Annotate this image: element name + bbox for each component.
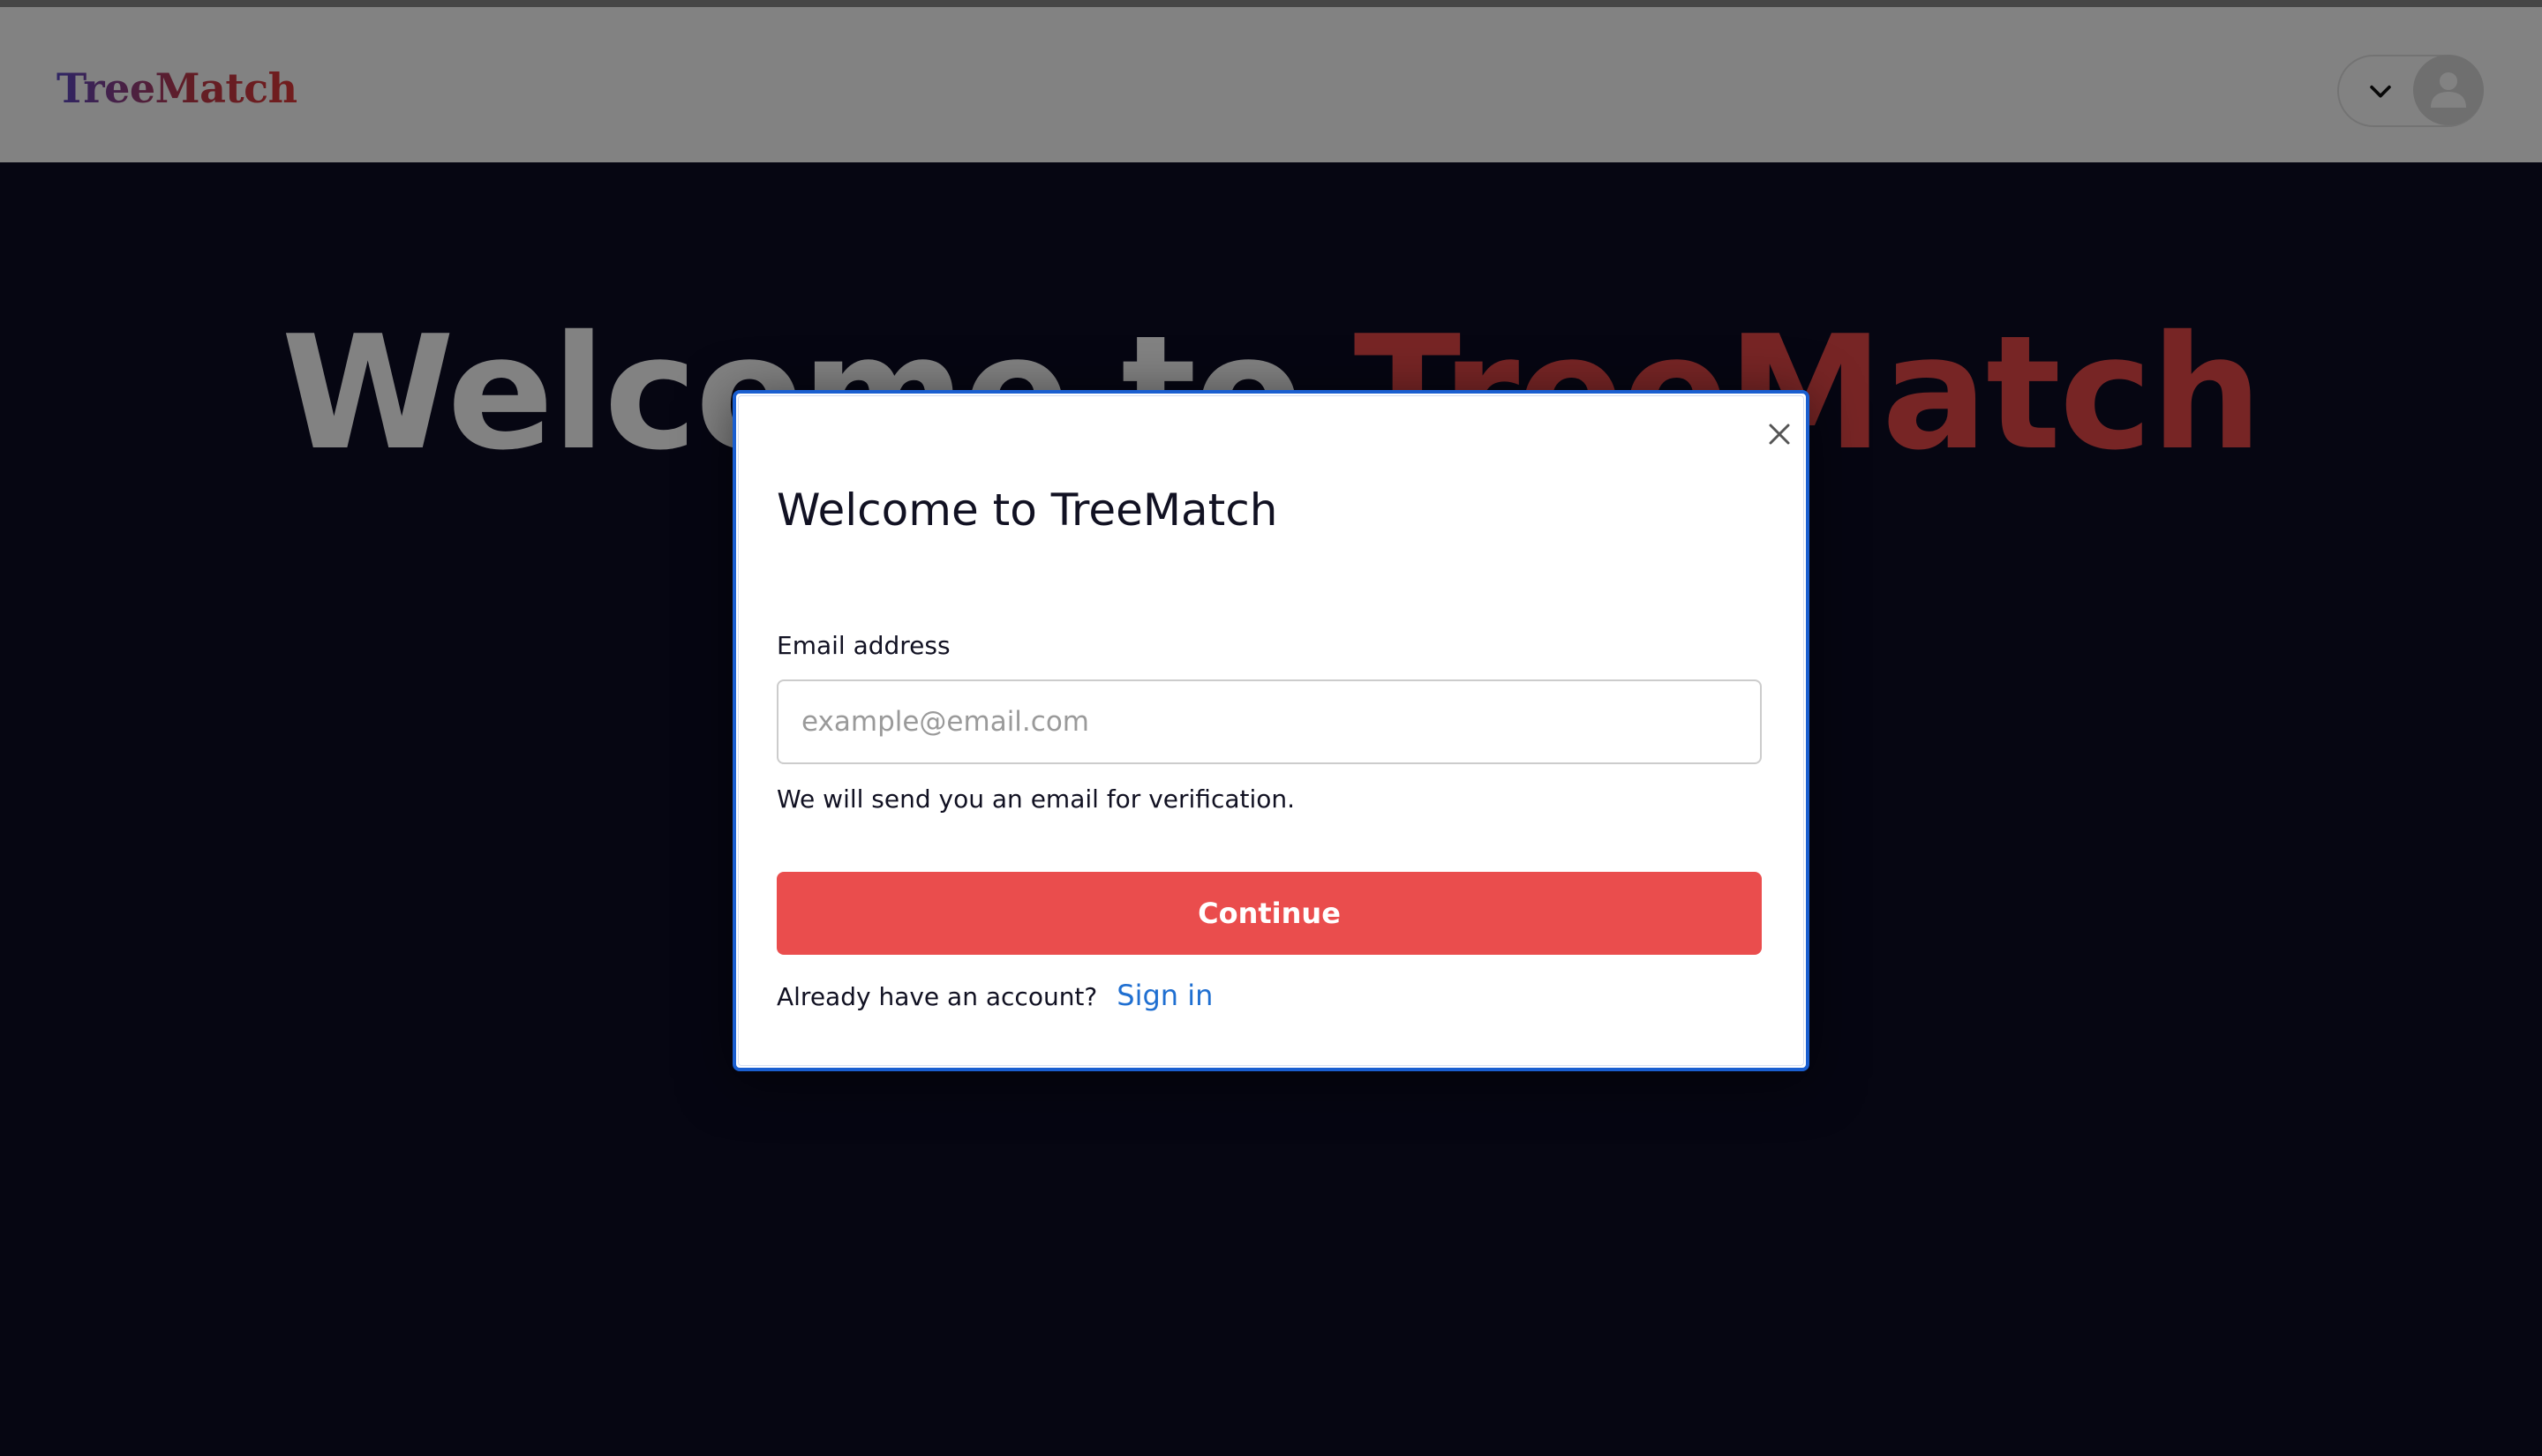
continue-button[interactable]: Continue bbox=[777, 872, 1762, 955]
signup-modal: Welcome to TreeMatch Email address We wi… bbox=[733, 390, 1809, 1071]
signin-row: Already have an account? Sign in bbox=[777, 976, 1213, 1015]
email-field[interactable] bbox=[777, 679, 1762, 764]
helper-text: We will send you an email for verificati… bbox=[777, 784, 1296, 814]
modal-title: Welcome to TreeMatch bbox=[777, 484, 1278, 536]
signin-prompt: Already have an account? bbox=[777, 982, 1098, 1011]
signin-link[interactable]: Sign in bbox=[1117, 979, 1213, 1012]
email-label: Email address bbox=[777, 631, 951, 660]
close-button[interactable] bbox=[1760, 415, 1799, 454]
close-icon bbox=[1769, 424, 1790, 445]
